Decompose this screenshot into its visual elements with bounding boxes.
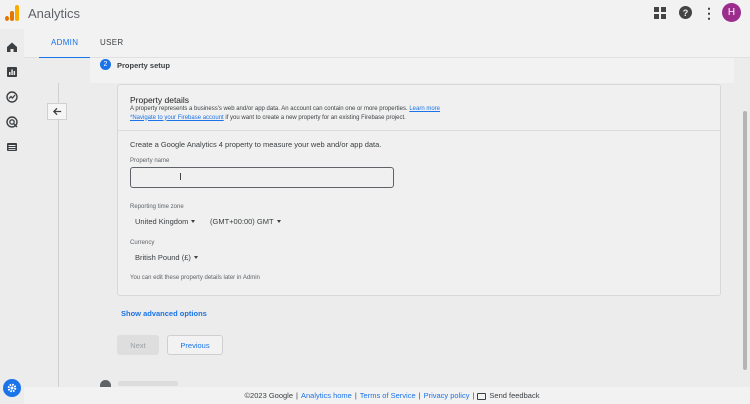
previous-button[interactable]: Previous (167, 335, 223, 355)
footer: ©2023 Google | Analytics home | Terms of… (24, 387, 750, 404)
timezone-offset-value: (GMT+00:00) GMT (210, 217, 274, 226)
dropdown-caret-icon (193, 256, 198, 259)
privacy-link[interactable]: Privacy policy (424, 391, 470, 400)
configure-icon[interactable] (6, 141, 18, 153)
home-icon[interactable] (6, 41, 18, 53)
tab-admin[interactable]: ADMIN (38, 38, 91, 59)
top-app-bar: Analytics ? ⋮ H (0, 0, 750, 29)
back-button[interactable] (47, 103, 67, 120)
reports-icon[interactable] (6, 66, 18, 78)
dropdown-caret-icon (191, 220, 196, 223)
analytics-logo[interactable] (5, 5, 19, 21)
admin-user-tabs: ADMIN USER (24, 29, 750, 59)
learn-more-link[interactable]: Learn more (409, 106, 440, 112)
firebase-link[interactable]: *Navigate to your Firebase account (130, 115, 224, 121)
feedback-icon (477, 393, 487, 400)
arrow-back-icon (52, 107, 61, 116)
card-divider (118, 130, 720, 131)
show-advanced-options-link[interactable]: Show advanced options (121, 309, 207, 318)
card-desc-text: A property represents a business's web a… (130, 106, 408, 112)
analytics-home-link[interactable]: Analytics home (301, 391, 352, 400)
account-avatar[interactable]: H (722, 3, 741, 22)
help-icon[interactable]: ? (679, 6, 692, 19)
timezone-offset-dropdown[interactable]: (GMT+00:00) GMT (210, 217, 281, 226)
property-name-input[interactable] (130, 167, 394, 188)
timezone-country-value: United Kingdom (135, 217, 189, 226)
step-number-badge: 2 (100, 59, 111, 70)
admin-gear-icon[interactable] (3, 379, 21, 397)
apps-grid-icon[interactable] (654, 7, 666, 19)
text-cursor-icon: I (179, 172, 182, 183)
card-title: Property details (130, 95, 190, 105)
card-desc-text-2: if you want to create a new property for… (225, 114, 406, 121)
currency-value: British Pound (£) (135, 253, 191, 262)
card-description: A property represents a business's web a… (130, 105, 510, 122)
edit-later-note: You can edit these property details late… (130, 275, 260, 281)
explore-icon[interactable] (6, 91, 18, 103)
advertising-icon[interactable] (6, 116, 18, 128)
stepper-line (58, 83, 59, 387)
copyright-text: ©2023 Google (244, 391, 294, 400)
timezone-label: Reporting time zone (130, 204, 184, 210)
app-title: Analytics (28, 6, 81, 21)
tab-user[interactable]: USER (100, 38, 123, 47)
create-property-text: Create a Google Analytics 4 property to … (130, 140, 382, 149)
send-feedback-link[interactable]: Send feedback (489, 391, 539, 400)
next-button[interactable]: Next (117, 335, 159, 355)
scrollbar[interactable] (743, 111, 747, 370)
more-vert-icon[interactable]: ⋮ (702, 5, 716, 21)
dropdown-caret-icon (276, 220, 281, 223)
property-name-label: Property name (130, 158, 170, 164)
timezone-country-dropdown[interactable]: United Kingdom (135, 217, 196, 226)
currency-label: Currency (130, 240, 155, 246)
left-nav (0, 29, 24, 404)
next-step-badge (100, 380, 111, 387)
step-header (90, 58, 734, 83)
step-title: Property setup (117, 61, 170, 70)
next-step-title (118, 381, 178, 386)
terms-link[interactable]: Terms of Service (360, 391, 416, 400)
currency-dropdown[interactable]: British Pound (£) (135, 253, 198, 262)
